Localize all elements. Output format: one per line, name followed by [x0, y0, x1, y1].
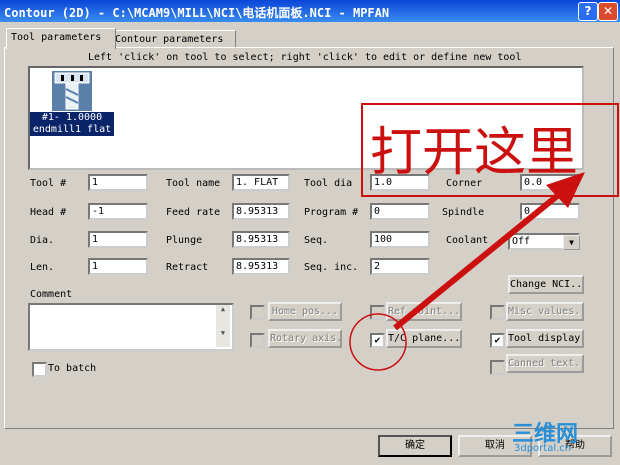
annotation-overlay	[349, 103, 619, 371]
watermark-url: 3dportal.cn	[514, 443, 572, 454]
annotation-arrow-shaft	[393, 189, 564, 331]
annotation-text: 打开这里	[370, 123, 579, 183]
tab-tool-parameters[interactable]: Tool parameters	[6, 28, 116, 49]
